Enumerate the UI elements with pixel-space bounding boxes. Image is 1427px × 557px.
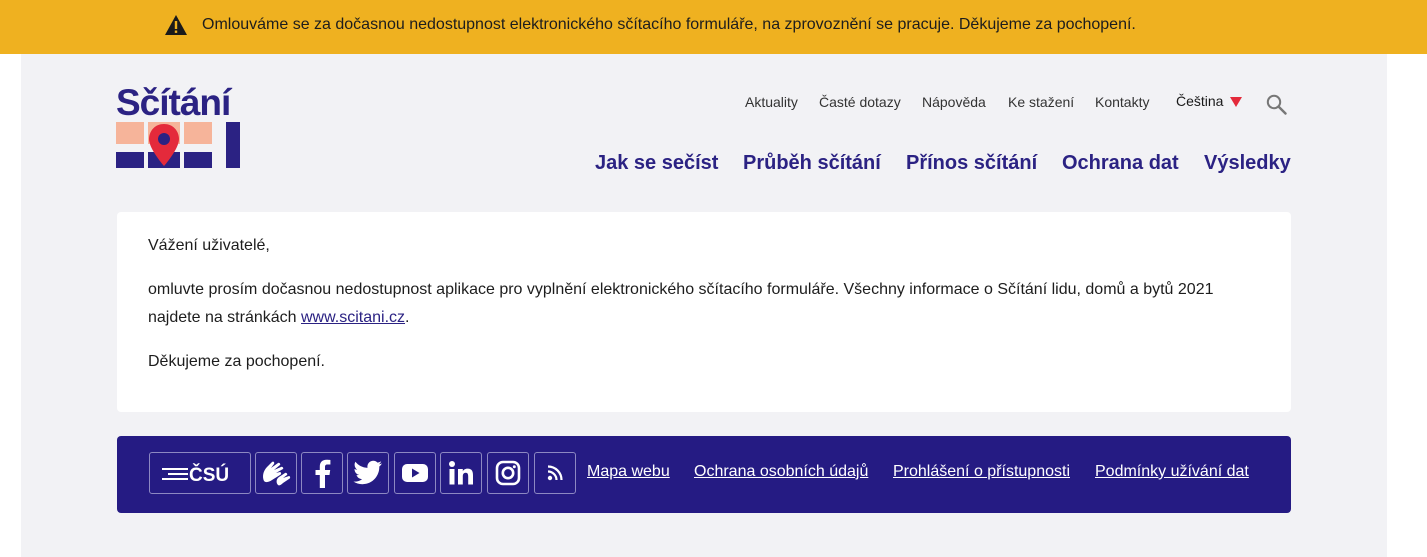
- linkedin-button[interactable]: [440, 452, 482, 494]
- greeting-text: Vážení uživatelé,: [148, 237, 270, 254]
- sign-language-icon: [263, 461, 291, 486]
- search-icon[interactable]: [1266, 94, 1287, 115]
- twitter-button[interactable]: [347, 452, 389, 494]
- main-nav-ochrana-dat[interactable]: Ochrana dat: [1062, 152, 1179, 175]
- sign-language-button[interactable]: [255, 452, 297, 494]
- nav-kontakty[interactable]: Kontakty: [1095, 94, 1149, 110]
- main-nav-vysledky[interactable]: Výsledky: [1204, 152, 1291, 175]
- facebook-icon: [315, 459, 331, 488]
- logo-word: Sčítání: [116, 82, 231, 123]
- footer-link-prohlaseni-o-pristupnosti[interactable]: Prohlášení o přístupnosti: [893, 463, 1070, 481]
- main-nav-prubeh-scitani[interactable]: Průběh sčítání: [743, 152, 881, 175]
- facebook-button[interactable]: [301, 452, 343, 494]
- body-text-line-2: najdete na stránkách www.scitani.cz.: [148, 304, 409, 332]
- instagram-icon: [495, 460, 521, 486]
- csu-logo-button[interactable]: ČSÚ: [149, 452, 251, 494]
- logo-year-graphic: [116, 122, 240, 168]
- linkedin-icon: [449, 461, 473, 485]
- body-text-line-1: omluvte prosím dočasnou nedostupnost apl…: [148, 281, 1214, 298]
- scitani-link[interactable]: www.scitani.cz: [301, 309, 405, 326]
- content-card: Vážení uživatelé, omluvte prosím dočasno…: [117, 212, 1291, 412]
- footer-link-mapa-webu[interactable]: Mapa webu: [587, 463, 670, 481]
- rss-icon: [547, 465, 563, 481]
- language-selector[interactable]: Čeština: [1176, 93, 1223, 109]
- body-text-suffix: .: [405, 309, 410, 326]
- alert-bar: Omlouváme se za dočasnou nedostupnost el…: [0, 0, 1427, 54]
- csu-logo-icon: ČSÚ: [162, 464, 229, 485]
- csu-logo-text: ČSÚ: [189, 464, 229, 485]
- footer-link-podminky-uzivani-dat[interactable]: Podmínky užívání dat: [1095, 463, 1249, 481]
- nav-napoveda[interactable]: Nápověda: [922, 94, 986, 110]
- nav-ke-stazeni[interactable]: Ke stažení: [1008, 94, 1074, 110]
- body-text-prefix: najdete na stránkách: [148, 309, 301, 326]
- main-nav-jak-se-secist[interactable]: Jak se sečíst: [595, 152, 718, 175]
- thanks-text: Děkujeme za pochopení.: [148, 353, 325, 370]
- rss-button[interactable]: [534, 452, 576, 494]
- nav-caste-dotazy[interactable]: Časté dotazy: [819, 94, 901, 110]
- alert-message: Omlouváme se za dočasnou nedostupnost el…: [202, 16, 1136, 33]
- warning-icon: [165, 15, 187, 35]
- main-nav-prinos-scitani[interactable]: Přínos sčítání: [906, 152, 1037, 175]
- footer-link-ochrana-osobnich-udaju[interactable]: Ochrana osobních údajů: [694, 463, 868, 481]
- twitter-icon: [353, 460, 382, 485]
- scitani-logo[interactable]: Sčítání: [116, 84, 240, 170]
- instagram-button[interactable]: [487, 452, 529, 494]
- youtube-icon: [402, 464, 428, 482]
- footer: ČSÚ Mapa webu Ochrana osobních údajů Pro…: [117, 436, 1291, 513]
- youtube-button[interactable]: [394, 452, 436, 494]
- caret-down-icon[interactable]: [1230, 97, 1242, 107]
- nav-aktuality[interactable]: Aktuality: [745, 94, 798, 110]
